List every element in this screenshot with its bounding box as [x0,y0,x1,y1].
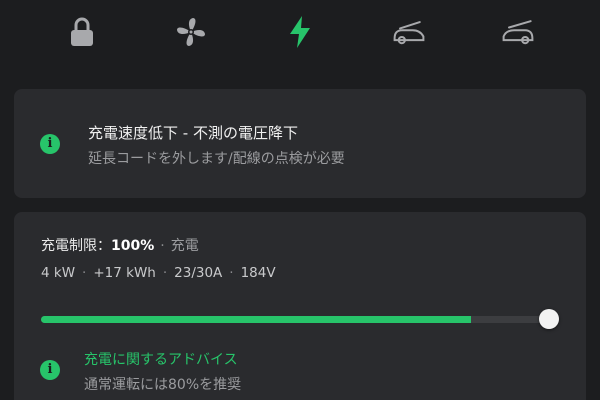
battery-level-fill [41,316,471,323]
advice-title[interactable]: 充電に関するアドバイス [84,349,238,369]
alert-title: 充電速度低下 - 不測の電圧降下 [88,124,298,142]
tab-lock[interactable] [64,14,100,50]
separator: · [82,265,87,281]
charge-limit-value: 100% [111,238,155,254]
separator: · [162,265,168,281]
separator: · [160,238,165,254]
charge-status: 充電 [170,238,199,254]
alert-card [14,89,586,198]
charging-screen: i 充電速度低下 - 不測の電圧降下 延長コードを外します/配線の点検が必要 充… [0,0,600,400]
lock-icon [71,17,93,46]
trunk-icon [502,20,534,45]
fan-icon [177,18,205,46]
advice-subtitle: 通常運転には80%を推奨 [84,377,242,393]
tab-charging[interactable] [282,14,318,50]
advice-info-icon: i [40,360,60,380]
charge-current: 23/30A [174,265,223,281]
tab-trunk[interactable] [500,14,536,50]
top-icon-bar [0,0,600,70]
tab-frunk[interactable] [391,14,427,50]
separator: · [229,265,234,281]
tab-climate[interactable] [173,14,209,50]
slider-handle[interactable] [539,309,559,329]
charge-limit-slider[interactable] [41,307,559,333]
charge-power: 4 kW [41,265,76,281]
charge-limit-line: 充電制限：100% · 充電 [41,235,199,255]
lightning-icon [290,16,310,48]
charge-limit-label: 充電制限： [41,238,111,254]
alert-info-icon: i [40,134,60,154]
alert-subtitle: 延長コードを外します/配線の点検が必要 [88,151,345,167]
charge-voltage: 184V [240,265,276,281]
charge-energy-added: +17 kWh [93,265,156,281]
charge-stats-line: 4 kW · +17 kWh · 23/30A · 184V [41,265,276,281]
frunk-icon [393,21,425,45]
